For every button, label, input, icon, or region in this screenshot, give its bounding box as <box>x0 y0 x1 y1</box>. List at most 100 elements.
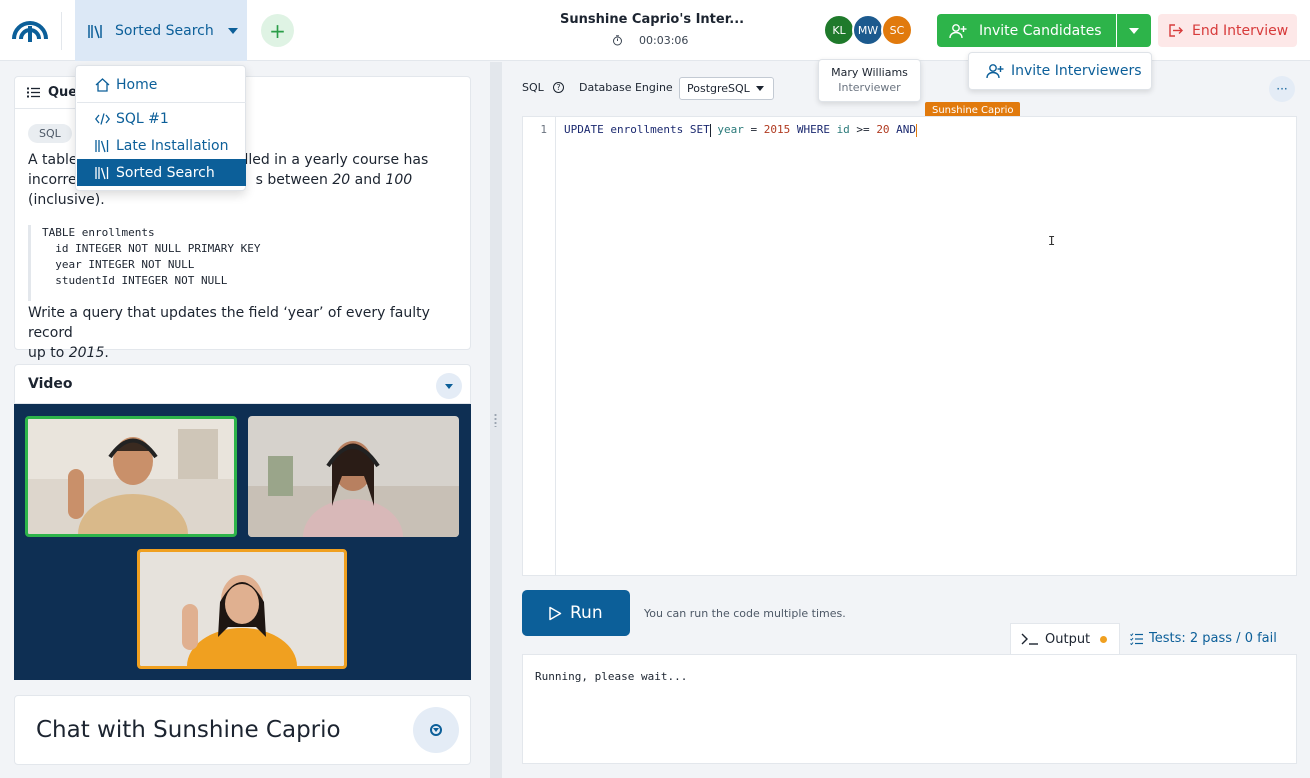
database-engine-value: PostgreSQL <box>687 82 750 95</box>
question-tab-label: Que <box>48 85 78 100</box>
code-line[interactable]: UPDATE enrollments SET year = 2015 WHERE… <box>564 123 918 137</box>
menu-item-label: Home <box>116 76 158 93</box>
output-panel: Running, please wait... <box>522 654 1297 764</box>
question-text: and <box>350 172 386 188</box>
chevron-down-icon <box>430 724 442 736</box>
code-token: year <box>710 123 744 136</box>
add-user-icon <box>986 64 1004 79</box>
code-token: id <box>836 123 850 136</box>
menu-item-label: Late Installation <box>116 137 229 154</box>
code-token: = <box>743 123 764 136</box>
question-text: 100 <box>385 172 413 188</box>
video-header: Video <box>14 364 471 404</box>
status-dot <box>1100 635 1108 643</box>
video-tile[interactable] <box>25 416 237 537</box>
library-icon <box>95 139 109 152</box>
panel-resize-handle[interactable] <box>490 62 502 778</box>
output-text: Running, please wait... <box>535 670 688 683</box>
question-text: A table <box>28 152 78 168</box>
chevron-down-icon <box>1129 27 1139 34</box>
output-tab-label: Output <box>1045 631 1091 647</box>
invite-interviewers-option[interactable]: Invite Interviewers <box>968 52 1152 90</box>
chevron-down-icon <box>445 383 453 389</box>
question-text: (inclusive). <box>28 192 105 208</box>
code-token: 2015 <box>763 123 791 136</box>
code-token: UPDATE enrollments SET <box>564 123 710 136</box>
menu-item-late-installation[interactable]: Late Installation <box>77 132 246 159</box>
interview-title: Sunshine Caprio's Inter... <box>560 12 745 27</box>
menu-item-sql-1[interactable]: SQL #1 <box>77 105 246 132</box>
help-icon[interactable]: ? <box>553 82 564 93</box>
participant-video <box>28 419 234 534</box>
tooltip-role: Interviewer <box>838 81 901 94</box>
home-icon <box>95 77 110 92</box>
video-collapse-button[interactable] <box>436 373 462 399</box>
run-button[interactable]: Run <box>522 590 630 636</box>
avatar-initials: MW <box>857 23 879 37</box>
logo-icon[interactable] <box>11 17 49 43</box>
run-hint: You can run the code multiple times. <box>644 607 846 620</box>
tests-tab-label: Tests: 2 pass / 0 fail <box>1149 631 1277 646</box>
plus-icon: + <box>269 18 286 43</box>
checklist-icon <box>1130 632 1143 645</box>
mouse-ibeam-icon: I <box>1048 234 1056 248</box>
code-token: 20 <box>876 123 890 136</box>
chevron-down-icon <box>227 27 238 34</box>
menu-item-home[interactable]: Home <box>77 71 246 98</box>
code-editor[interactable]: 1 UPDATE enrollments SET year = 2015 WHE… <box>522 116 1297 576</box>
timer-value: 00:03:06 <box>639 34 689 47</box>
more-options-button[interactable]: ··· <box>1269 76 1295 102</box>
video-tile[interactable] <box>248 416 459 537</box>
database-engine-label: Database Engine <box>579 81 673 94</box>
drag-handle-icon <box>494 413 497 427</box>
exit-icon <box>1169 24 1183 37</box>
add-tab-button[interactable]: + <box>261 14 294 47</box>
invite-options-dropdown[interactable] <box>1117 14 1151 47</box>
invite-candidates-button[interactable]: Invite Candidates <box>937 14 1116 47</box>
avatar[interactable]: KL <box>823 14 855 46</box>
database-engine-select[interactable]: PostgreSQL <box>679 77 774 100</box>
participant-video <box>140 552 344 666</box>
avatar[interactable]: MW <box>852 14 884 46</box>
avatar-initials: SC <box>889 23 905 37</box>
avatar[interactable]: SC <box>881 14 913 46</box>
question-text: incorre <box>28 172 77 188</box>
line-gutter: 1 <box>523 117 556 575</box>
tab-selector-label: Sorted Search <box>115 22 214 39</box>
tab-menu: Home SQL #1 Late Installation Sorted Sea… <box>75 65 246 191</box>
tab-selector[interactable]: Sorted Search <box>75 0 247 61</box>
video-tile[interactable] <box>137 549 347 669</box>
invite-interviewers-label: Invite Interviewers <box>1011 63 1142 79</box>
schema-line: year INTEGER NOT NULL <box>42 258 195 271</box>
line-number: 1 <box>540 123 547 136</box>
code-icon <box>95 112 110 125</box>
code-token: WHERE <box>790 123 837 136</box>
menu-item-label: SQL #1 <box>116 110 169 127</box>
question-text: Write a query that updates the field ‘ye… <box>28 305 430 341</box>
interview-timer: 00:03:06 <box>612 34 688 47</box>
divider <box>61 12 62 50</box>
chat-panel-header[interactable]: Chat with Sunshine Caprio <box>14 695 471 765</box>
question-task: Write a query that updates the field ‘ye… <box>28 303 460 363</box>
menu-item-sorted-search[interactable]: Sorted Search <box>77 159 246 186</box>
tab-output[interactable]: Output <box>1010 623 1120 654</box>
end-interview-button[interactable]: End Interview <box>1158 14 1297 47</box>
library-icon <box>88 24 102 38</box>
chat-expand-button[interactable] <box>413 707 459 753</box>
video-stage <box>14 404 471 680</box>
terminal-icon <box>1021 633 1038 645</box>
remote-cursor <box>916 123 918 137</box>
menu-item-label: Sorted Search <box>116 164 215 181</box>
question-text: . <box>104 345 109 361</box>
participant-video <box>248 416 459 537</box>
invite-candidates-label: Invite Candidates <box>979 22 1102 39</box>
question-text: 2015 <box>68 345 105 361</box>
run-label: Run <box>570 603 603 623</box>
schema-line: TABLE enrollments <box>42 226 155 239</box>
tooltip-name: Mary Williams <box>831 66 908 79</box>
participant-tooltip: Mary Williams Interviewer <box>818 59 921 102</box>
chevron-down-icon <box>756 86 764 91</box>
play-icon <box>549 606 562 620</box>
question-text: s between <box>255 172 333 188</box>
tab-tests[interactable]: Tests: 2 pass / 0 fail <box>1130 623 1300 654</box>
